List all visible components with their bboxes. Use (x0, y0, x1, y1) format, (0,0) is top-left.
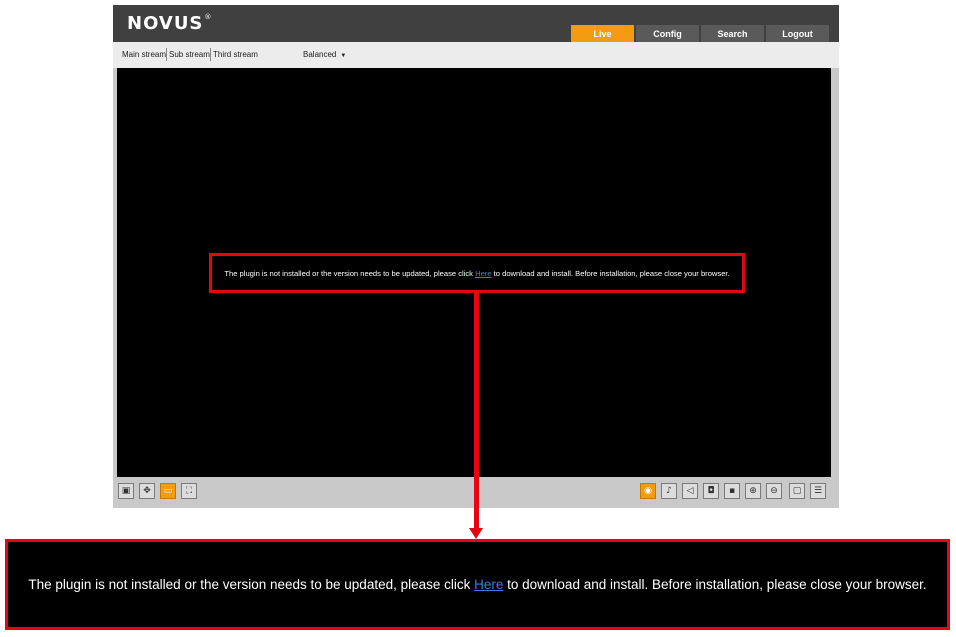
main-stream-option[interactable]: Main stream (122, 50, 166, 59)
record-icon[interactable]: ▪ (724, 483, 740, 499)
stream-divider (210, 48, 211, 61)
plugin-warning-highlight: The plugin is not installed or the versi… (209, 253, 745, 293)
info-icon[interactable]: ▣ (118, 483, 134, 499)
eye-icon[interactable]: ◉ (640, 483, 656, 499)
top-header: NOVUS® Live Config Search Logout (113, 5, 839, 42)
speaker-icon[interactable]: ◁ (682, 483, 698, 499)
chevron-down-icon: ▼ (340, 53, 347, 59)
plugin-download-link[interactable]: Here (475, 269, 491, 278)
plugin-warning-message-enlarged: The plugin is not installed or the versi… (28, 577, 927, 592)
main-nav: Live Config Search Logout (571, 25, 829, 42)
quality-dropdown[interactable]: Balanced ▼ (303, 50, 346, 59)
arrow-down-icon (469, 528, 483, 539)
tab-logout[interactable]: Logout (766, 25, 829, 42)
tab-search[interactable]: Search (701, 25, 764, 42)
quality-value: Balanced (303, 50, 337, 59)
window-icon[interactable]: ▭ (160, 483, 176, 499)
plugin-download-link-enlarged[interactable]: Here (474, 577, 503, 592)
stream-toolbar: Main stream Sub stream Third stream Bala… (113, 42, 839, 68)
face-icon[interactable]: ☰ (810, 483, 826, 499)
plugin-warning-enlarged: The plugin is not installed or the versi… (5, 539, 950, 630)
plugin-warning-message: The plugin is not installed or the versi… (224, 268, 730, 278)
third-stream-option[interactable]: Third stream (213, 50, 258, 59)
zoom-in-icon[interactable]: ⊕ (745, 483, 761, 499)
tab-live[interactable]: Live (571, 25, 634, 42)
original-size-icon[interactable]: ▢ (789, 483, 805, 499)
ptz-icon[interactable]: ✥ (139, 483, 155, 499)
stream-divider (166, 48, 167, 61)
zoom-out-icon[interactable]: ⊖ (766, 483, 782, 499)
fullscreen-icon[interactable]: ⛶ (181, 483, 197, 499)
sub-stream-option[interactable]: Sub stream (169, 50, 210, 59)
callout-connector (474, 293, 479, 531)
novus-logo: NOVUS® (127, 13, 213, 34)
microphone-icon[interactable]: ♪ (661, 483, 677, 499)
tab-config[interactable]: Config (636, 25, 699, 42)
snapshot-icon[interactable]: ◘ (703, 483, 719, 499)
